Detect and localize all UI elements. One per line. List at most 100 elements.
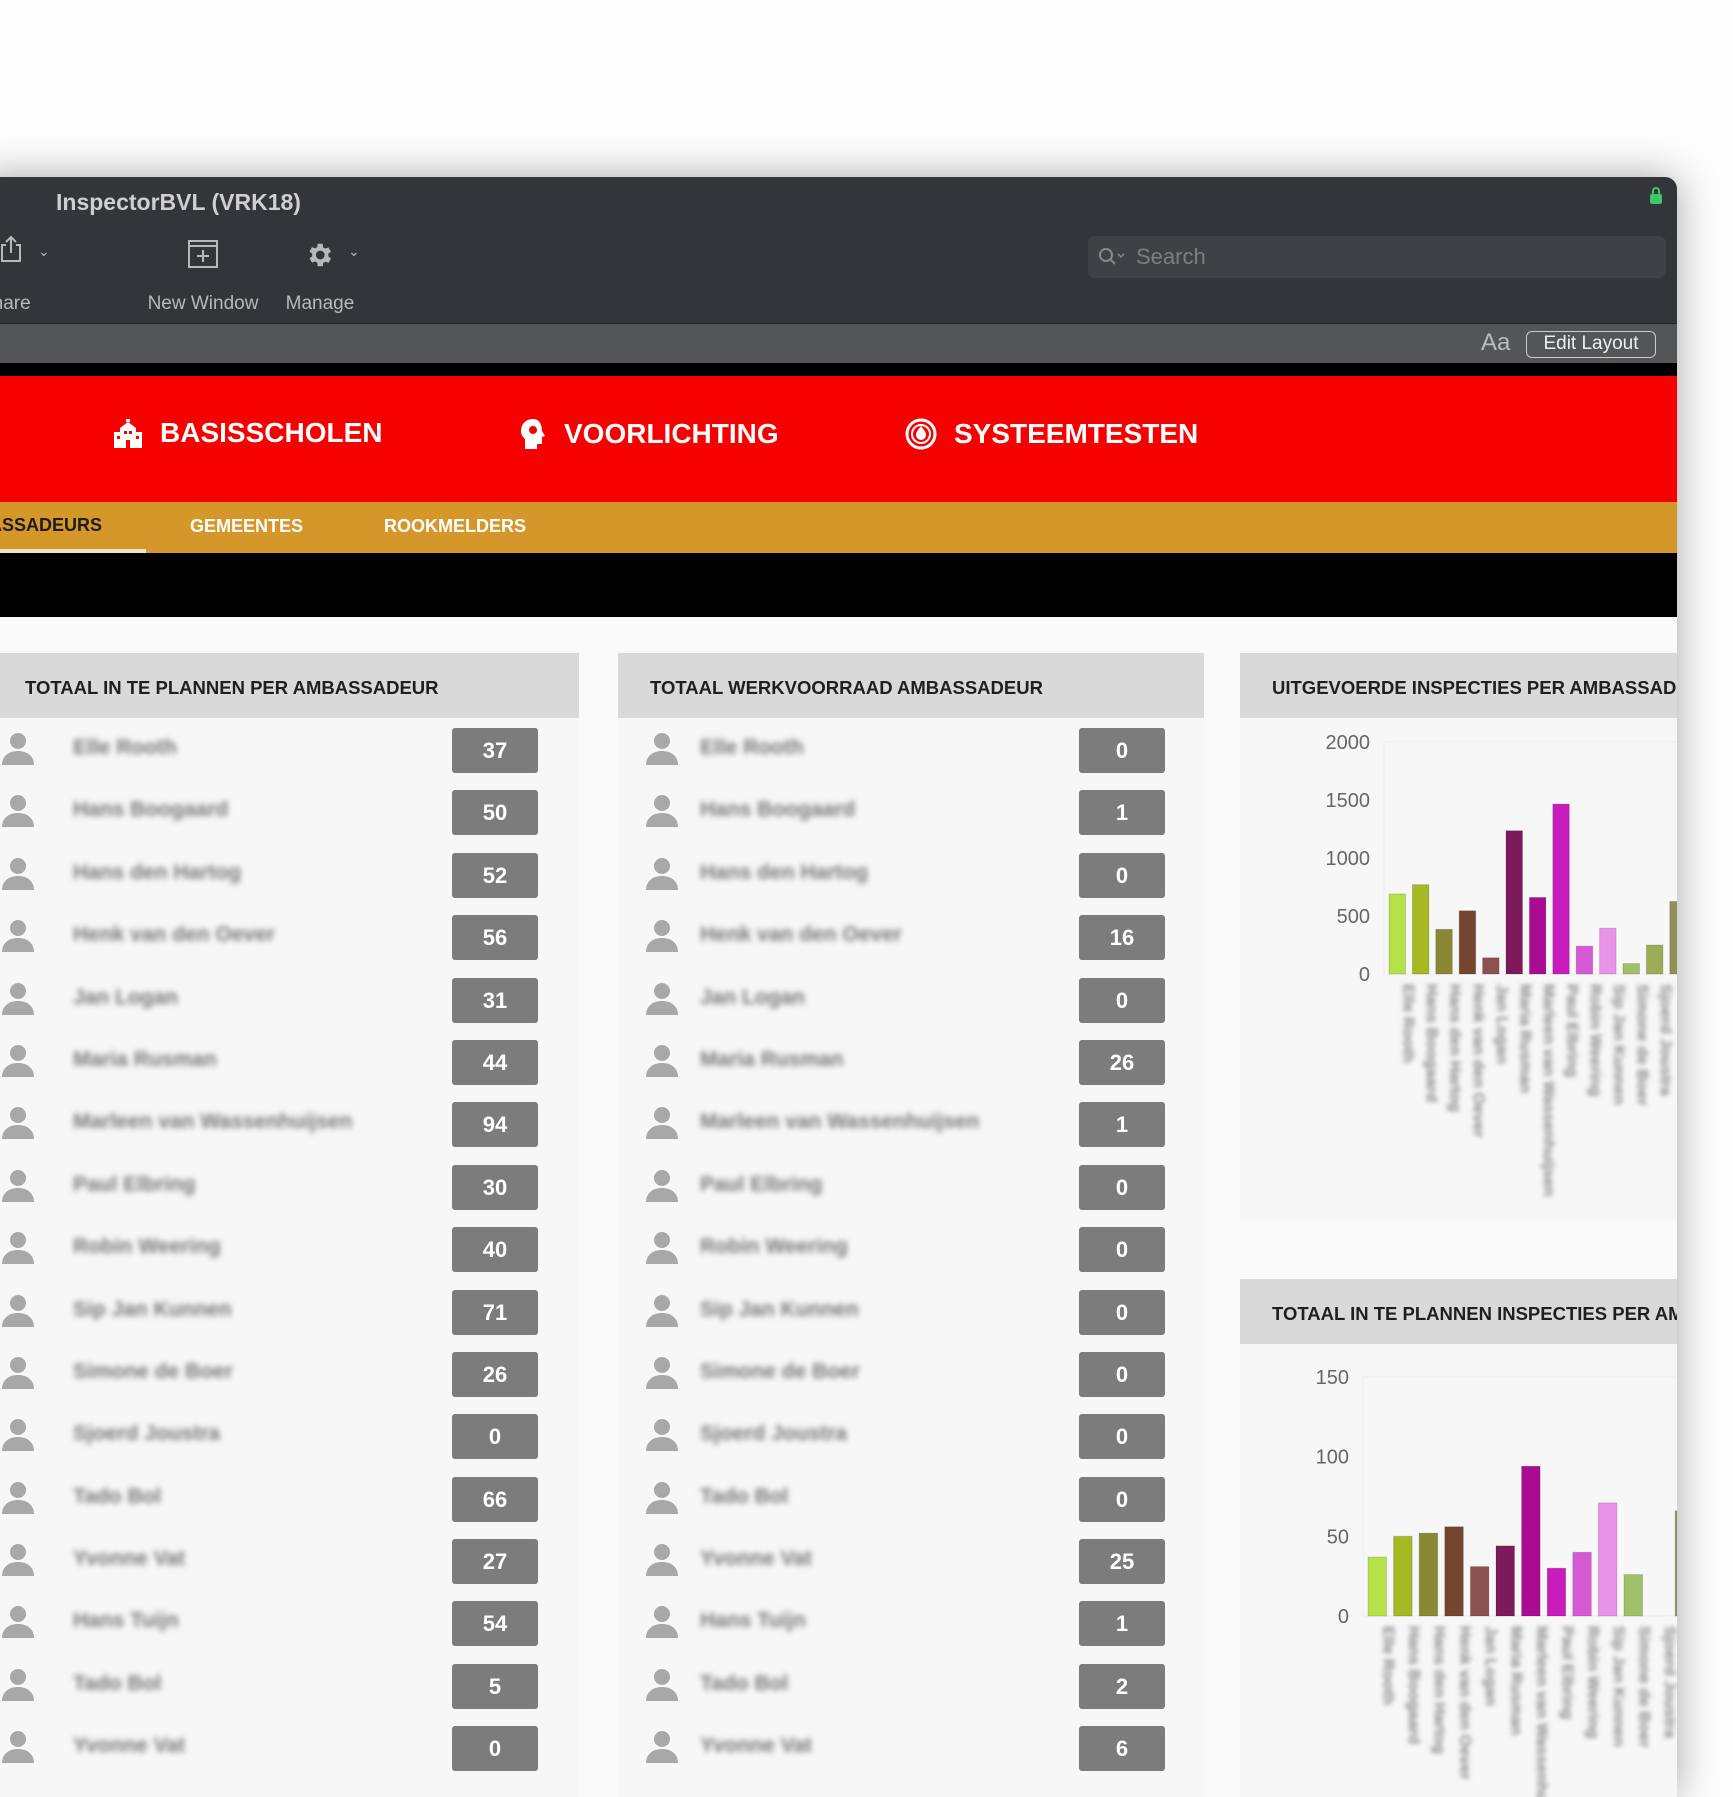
bar[interactable]	[1411, 884, 1430, 975]
list-item[interactable]: Marleen van Wassenhuijsen 94	[0, 1092, 579, 1154]
list-item[interactable]: Sip Jan Kunnen 0	[618, 1280, 1204, 1342]
bar[interactable]	[1674, 1510, 1677, 1617]
panel-title: TOTAAL WERKVOORRAAD AMBASSADEUR	[618, 653, 1204, 718]
list-item[interactable]: Simone de Boer 0	[618, 1342, 1204, 1404]
count-badge: 25	[1079, 1539, 1165, 1585]
list-item[interactable]: Sip Jan Kunnen 71	[0, 1280, 579, 1342]
bar[interactable]	[1552, 803, 1570, 975]
list-item[interactable]: Sjoerd Joustra 0	[0, 1404, 579, 1466]
bar[interactable]	[1521, 1465, 1541, 1617]
bar[interactable]	[1546, 1567, 1567, 1617]
chart-in-te-plannen-inspecties: 0 50 100 150 Elle Rooth Hans Boogaard Hans den…	[1316, 1367, 1677, 1797]
nav-voorlichting[interactable]: VOORLICHTING	[518, 417, 779, 451]
share-chevron-down-icon[interactable]: ⌄	[38, 243, 50, 260]
edit-layout-button[interactable]: Edit Layout	[1526, 331, 1656, 358]
list-item[interactable]: Tado Bol 5	[0, 1654, 579, 1716]
share-label[interactable]: Share	[0, 293, 31, 315]
list-item[interactable]: Tado Bol 0	[618, 1467, 1204, 1529]
bar[interactable]	[1367, 1556, 1387, 1617]
ambassadeur-name: Elle Rooth	[73, 736, 177, 759]
search-input[interactable]: Search	[1088, 236, 1666, 278]
bar[interactable]	[1669, 901, 1677, 975]
bar[interactable]	[1572, 1551, 1592, 1617]
y-tick-label: 2000	[1326, 732, 1371, 754]
list-item[interactable]: Paul Elbring 0	[618, 1155, 1204, 1217]
bar[interactable]	[1482, 957, 1500, 975]
list-item[interactable]: Hans Boogaard 1	[618, 780, 1204, 842]
list-item[interactable]: Elle Rooth 37	[0, 718, 579, 780]
list-item[interactable]: Henk van den Oever 16	[618, 905, 1204, 967]
list-item[interactable]: Simone de Boer 26	[0, 1342, 579, 1404]
list-item[interactable]: Elle Rooth 0	[618, 718, 1204, 780]
bar[interactable]	[1623, 1574, 1643, 1617]
y-tick-label: 0	[1359, 964, 1370, 986]
bar[interactable]	[1418, 1532, 1439, 1617]
bar[interactable]	[1444, 1526, 1464, 1617]
list-item[interactable]: Maria Rusman 26	[618, 1030, 1204, 1092]
list-item[interactable]: Yvonne Vat 25	[618, 1529, 1204, 1591]
list-item[interactable]: Hans den Hartog 52	[0, 843, 579, 905]
bar[interactable]	[1575, 945, 1594, 975]
list-item[interactable]: Hans den Hartog 0	[618, 843, 1204, 905]
y-tick-label: 150	[1316, 1367, 1349, 1389]
bar[interactable]	[1393, 1535, 1413, 1617]
bar[interactable]	[1458, 910, 1477, 975]
list-item[interactable]: Marleen van Wassenhuijsen 1	[618, 1092, 1204, 1154]
person-icon	[646, 1294, 678, 1327]
list-item[interactable]: Yvonne Vat 0	[0, 1716, 579, 1778]
bar[interactable]	[1495, 1545, 1515, 1617]
new-window-icon[interactable]	[188, 240, 218, 268]
panel-in-te-plannen: TOTAAL IN TE PLANNEN PER AMBASSADEUR Ell…	[0, 653, 579, 1797]
manage-chevron-down-icon[interactable]: ⌄	[348, 243, 360, 260]
list-item[interactable]: Paul Elbring 30	[0, 1155, 579, 1217]
list-item[interactable]: Maria Rusman 44	[0, 1030, 579, 1092]
count-badge: 0	[1079, 1164, 1165, 1210]
nav-systeemtesten[interactable]: SYSTEEMTESTEN	[904, 417, 1198, 451]
nav-basisscholen[interactable]: BASISSCHOLEN	[112, 417, 382, 449]
list-item[interactable]: Tado Bol 66	[0, 1467, 579, 1529]
bar[interactable]	[1622, 963, 1640, 975]
lock-icon	[1650, 187, 1662, 204]
ambassadeur-name: Robin Weering	[700, 1235, 848, 1259]
list-item[interactable]: Yvonne Vat 6	[618, 1716, 1204, 1778]
bar[interactable]	[1528, 896, 1547, 975]
manage-label[interactable]: Manage	[270, 293, 370, 315]
ambassadeur-name: Simone de Boer	[700, 1359, 860, 1383]
text-size-icon[interactable]: Aa	[1481, 329, 1510, 357]
list-item[interactable]: Tado Bol 2	[618, 1654, 1204, 1716]
list-item[interactable]: Robin Weering 0	[618, 1217, 1204, 1279]
list-item[interactable]: Hans Tuijn 54	[0, 1591, 579, 1653]
bar[interactable]	[1645, 944, 1664, 975]
list-item[interactable]: Jan Logan 31	[0, 968, 579, 1030]
list-item[interactable]: Henk van den Oever 56	[0, 905, 579, 967]
bar[interactable]	[1597, 1502, 1618, 1617]
list-item[interactable]: Jan Logan 0	[618, 968, 1204, 1030]
tab-gemeentes[interactable]: GEMEENTES	[190, 516, 303, 537]
list-item[interactable]: Sjoerd Joustra 0	[618, 1404, 1204, 1466]
new-window-label[interactable]: New Window	[143, 293, 263, 315]
x-tick-label: Henk van den Oever	[1469, 984, 1486, 1138]
count-badge: 94	[452, 1102, 538, 1148]
share-icon[interactable]	[0, 235, 22, 263]
panel-uitgevoerde-inspecties: UITGEVOERDE INSPECTIES PER AMBASSADEUR 0…	[1240, 653, 1677, 1219]
panel-werkvoorraad: TOTAAL WERKVOORRAAD AMBASSADEUR Elle Roo…	[618, 653, 1204, 1797]
gear-icon[interactable]	[304, 240, 334, 270]
list-item[interactable]: Hans Boogaard 50	[0, 780, 579, 842]
panel-in-te-plannen-inspecties: TOTAAL IN TE PLANNEN INSPECTIES PER AMBA…	[1240, 1279, 1677, 1797]
x-tick-label: Maria Rusman	[1516, 984, 1533, 1093]
ambassadeur-name: Yvonne Vat	[73, 1547, 186, 1571]
ambassadeur-name: Paul Elbring	[73, 1172, 196, 1196]
bar[interactable]	[1469, 1566, 1490, 1617]
person-icon	[646, 857, 678, 890]
list-item[interactable]: Yvonne Vat 27	[0, 1529, 579, 1591]
list-item[interactable]: Hans Tuijn 1	[618, 1591, 1204, 1653]
tab-rookmelders[interactable]: ROOKMELDERS	[384, 516, 526, 537]
nav-label: VOORLICHTING	[564, 418, 779, 449]
list-item[interactable]: Robin Weering 40	[0, 1217, 579, 1279]
bar[interactable]	[1599, 927, 1617, 975]
x-tick-label: Hans den Hartog	[1446, 984, 1463, 1112]
bar[interactable]	[1505, 830, 1523, 975]
bar[interactable]	[1435, 928, 1453, 975]
tab-ambassadeurs[interactable]: AMBASSADEURS	[0, 502, 146, 553]
bar[interactable]	[1388, 893, 1406, 975]
